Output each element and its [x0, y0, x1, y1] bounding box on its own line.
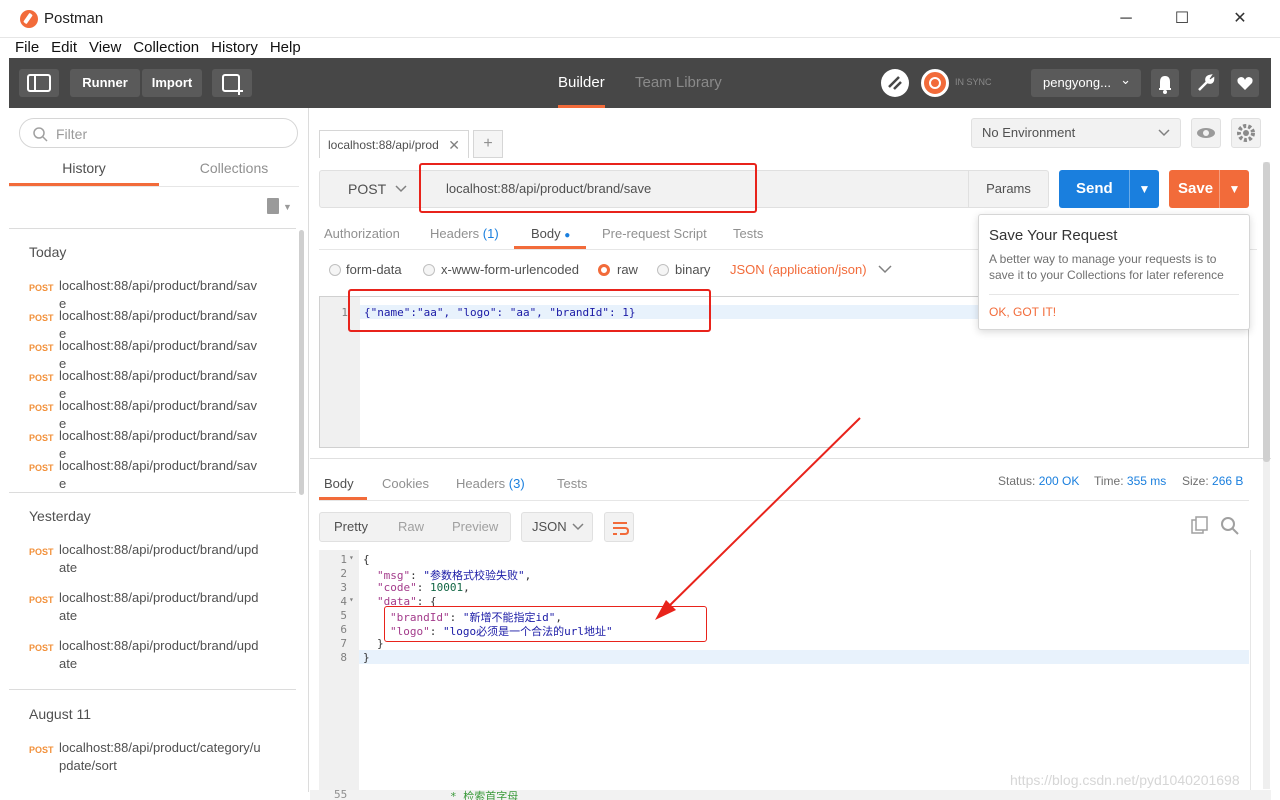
method-badge: POST — [29, 313, 54, 323]
window-title: Postman — [44, 10, 104, 27]
background-comment: * 检索首字母 — [450, 790, 519, 800]
chevron-down-icon: ⌄ — [1120, 72, 1131, 87]
watermark: https://blog.csdn.net/pyd1040201698 — [1010, 772, 1240, 788]
menu-file[interactable]: File — [9, 38, 45, 58]
notifications-button[interactable] — [1151, 69, 1179, 97]
chevron-down-icon[interactable]: ▼ — [283, 202, 292, 212]
user-dropdown[interactable]: pengyong... ⌄ — [1031, 69, 1141, 97]
history-url: localhost:88/api/product/category/update… — [59, 740, 261, 773]
runner-button[interactable]: Runner — [70, 69, 140, 97]
title-bar: Postman ─ ☐ ✕ — [0, 0, 1280, 38]
new-window-icon — [222, 74, 243, 95]
menu-history[interactable]: History — [205, 38, 264, 58]
heart-icon — [1237, 77, 1253, 90]
toolbar: Runner Import Builder Team Library IN SY… — [9, 58, 1271, 108]
history-item[interactable]: POST localhost:88/api/product/brand/updat… — [29, 541, 299, 577]
section-divider — [9, 228, 296, 229]
postman-logo-icon — [20, 10, 38, 28]
method-badge: POST — [29, 283, 54, 293]
method-badge: POST — [29, 403, 54, 413]
method-badge: POST — [29, 745, 54, 755]
menu-bar: File Edit View Collection History Help — [9, 38, 1271, 58]
history-url: localhost:88/api/product/brand/save — [59, 458, 258, 491]
menu-collection[interactable]: Collection — [127, 38, 205, 58]
section-yesterday: Yesterday — [29, 508, 91, 524]
history-item[interactable]: POST localhost:88/api/product/category/up… — [29, 739, 299, 775]
history-url: localhost:88/api/product/brand/update — [59, 638, 259, 671]
menu-help[interactable]: Help — [264, 38, 307, 58]
tab-builder[interactable]: Builder — [558, 58, 605, 108]
sidebar-icon — [27, 74, 51, 92]
bell-icon — [1159, 76, 1171, 94]
section-divider — [9, 689, 296, 690]
history-item[interactable]: POST localhost:88/api/product/brand/updat… — [29, 589, 299, 625]
background-line-number: 55 — [334, 790, 348, 800]
section-divider — [9, 492, 296, 493]
username: pengyong... — [1043, 75, 1111, 90]
settings-button[interactable] — [1191, 69, 1219, 97]
sync-icon[interactable] — [921, 69, 949, 97]
favorite-button[interactable] — [1231, 69, 1259, 97]
method-badge: POST — [29, 433, 54, 443]
menu-edit[interactable]: Edit — [45, 38, 83, 58]
history-item[interactable]: POST localhost:88/api/product/brand/save — [29, 457, 299, 493]
tab-team-library[interactable]: Team Library — [635, 58, 722, 108]
search-icon — [33, 127, 48, 142]
wrench-icon — [1198, 74, 1215, 91]
method-badge: POST — [29, 643, 54, 653]
method-badge: POST — [29, 373, 54, 383]
tab-divider — [9, 186, 299, 187]
history-url: localhost:88/api/product/brand/update — [59, 542, 259, 575]
annotation-arrow — [655, 417, 861, 620]
interceptor-icon[interactable] — [881, 69, 909, 97]
window-scrollbar-thumb[interactable] — [1263, 162, 1270, 462]
filter-placeholder: Filter — [56, 126, 88, 142]
tab-collections[interactable]: Collections — [159, 158, 309, 186]
sidebar: Filter History Collections ▼ Today POST l… — [9, 108, 309, 792]
sync-status: IN SYNC — [955, 77, 992, 87]
section-today: Today — [29, 244, 67, 260]
sidebar-scrollbar[interactable] — [299, 230, 304, 495]
tab-history[interactable]: History — [9, 158, 159, 186]
new-tab-button[interactable] — [212, 69, 252, 97]
minimize-button[interactable]: ─ — [1106, 6, 1146, 32]
import-button[interactable]: Import — [142, 69, 202, 97]
main-panel: localhost:88/api/prod ✕ + No Environment… — [310, 108, 1271, 792]
method-badge: POST — [29, 463, 54, 473]
close-window-button[interactable]: ✕ — [1220, 6, 1260, 32]
maximize-button[interactable]: ☐ — [1162, 6, 1202, 32]
trash-icon[interactable] — [267, 198, 279, 214]
history-item[interactable]: POST localhost:88/api/product/brand/updat… — [29, 637, 299, 673]
history-url: localhost:88/api/product/brand/update — [59, 590, 259, 623]
menu-view[interactable]: View — [83, 38, 127, 58]
method-badge: POST — [29, 547, 54, 557]
toggle-sidebar-button[interactable] — [19, 69, 59, 97]
method-badge: POST — [29, 595, 54, 605]
background-editor-peek: 55 * 检索首字母 — [310, 790, 1271, 800]
method-badge: POST — [29, 343, 54, 353]
section-august-11: August 11 — [29, 706, 92, 722]
filter-input[interactable]: Filter — [19, 118, 298, 148]
